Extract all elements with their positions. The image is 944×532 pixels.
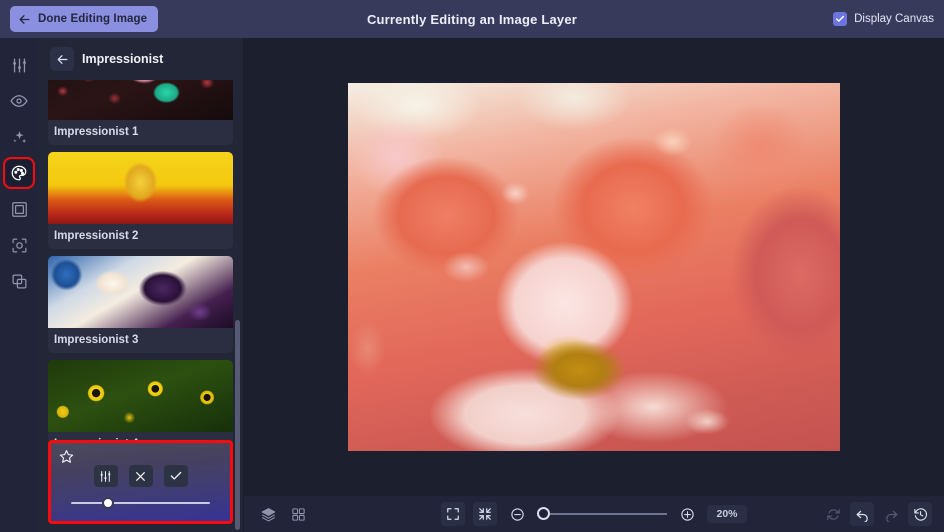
grid-icon[interactable]: [286, 502, 310, 526]
preset-adjust-button[interactable]: [93, 465, 118, 487]
rail-item-effects[interactable]: [6, 124, 32, 150]
zoom-out-icon[interactable]: [505, 502, 529, 526]
selected-preset-buttons: [59, 465, 222, 487]
preset-thumbnail: [48, 80, 233, 120]
preset-label: Impressionist 1: [54, 126, 139, 138]
display-canvas-checkbox[interactable]: [833, 12, 848, 26]
zoom-slider-handle[interactable]: [537, 507, 551, 520]
rail-item-adjust[interactable]: [6, 52, 32, 78]
rail-item-frame[interactable]: [6, 196, 32, 222]
preset-item-1[interactable]: Impressionist 1: [48, 80, 233, 145]
display-canvas-label: Display Canvas: [854, 13, 934, 25]
preset-label: Impressionist 3: [54, 334, 139, 346]
top-bar: Done Editing Image Currently Editing an …: [0, 0, 944, 38]
display-canvas-toggle[interactable]: Display Canvas: [833, 12, 934, 26]
rail-item-focus[interactable]: [6, 232, 32, 258]
reset-icon[interactable]: [821, 502, 845, 526]
tool-rail: [0, 38, 38, 532]
preset-label: Impressionist 2: [54, 230, 139, 242]
zoom-slider-track: [537, 513, 668, 515]
layers-icon[interactable]: [256, 502, 280, 526]
rail-item-styles[interactable]: [3, 157, 35, 189]
slider-track: [71, 502, 210, 504]
redo-icon[interactable]: [879, 502, 903, 526]
preset-thumbnail: [48, 360, 233, 432]
editor-body: Impressionist Impressionist 1 Impression…: [0, 38, 944, 532]
image-canvas[interactable]: [348, 83, 840, 451]
panel-back-button[interactable]: [50, 47, 74, 71]
done-editing-image-label: Done Editing Image: [38, 13, 148, 25]
zoom-slider[interactable]: [537, 507, 668, 521]
arrow-left-icon: [18, 13, 31, 26]
preset-item-3[interactable]: Impressionist 3: [48, 256, 233, 353]
rail-item-duplicate[interactable]: [6, 268, 32, 294]
preset-panel: Impressionist Impressionist 1 Impression…: [38, 38, 244, 532]
zoom-in-icon[interactable]: [675, 502, 699, 526]
canvas-area[interactable]: [244, 38, 944, 496]
preset-cancel-button[interactable]: [128, 465, 153, 487]
canvas-photo-detail: [348, 83, 840, 451]
preset-panel-header: Impressionist: [38, 38, 243, 80]
preset-intensity-slider[interactable]: [71, 497, 210, 509]
preset-item-2[interactable]: Impressionist 2: [48, 152, 233, 249]
favorite-row: [59, 449, 222, 465]
zoom-level-value[interactable]: 20%: [707, 505, 747, 523]
done-editing-image-button[interactable]: Done Editing Image: [10, 6, 159, 32]
preset-panel-title: Impressionist: [82, 52, 164, 66]
preset-thumbnail: [48, 256, 233, 328]
preset-list-scrollbar[interactable]: [235, 320, 240, 530]
fit-screen-icon[interactable]: [441, 502, 466, 526]
history-icon[interactable]: [908, 502, 932, 526]
slider-handle[interactable]: [101, 497, 114, 509]
preset-confirm-button[interactable]: [163, 465, 188, 487]
undo-icon[interactable]: [850, 502, 874, 526]
rail-item-visibility[interactable]: [6, 88, 32, 114]
selected-preset-controls[interactable]: [48, 440, 233, 524]
bottom-toolbar: 20%: [244, 496, 944, 532]
bottom-toolbar-left: [256, 502, 310, 526]
shrink-icon[interactable]: [473, 502, 498, 526]
image-editor-window: Done Editing Image Currently Editing an …: [0, 0, 944, 532]
canvas-stage: 20%: [244, 38, 944, 532]
preset-thumbnail: [48, 152, 233, 224]
bottom-toolbar-right: [821, 502, 932, 526]
